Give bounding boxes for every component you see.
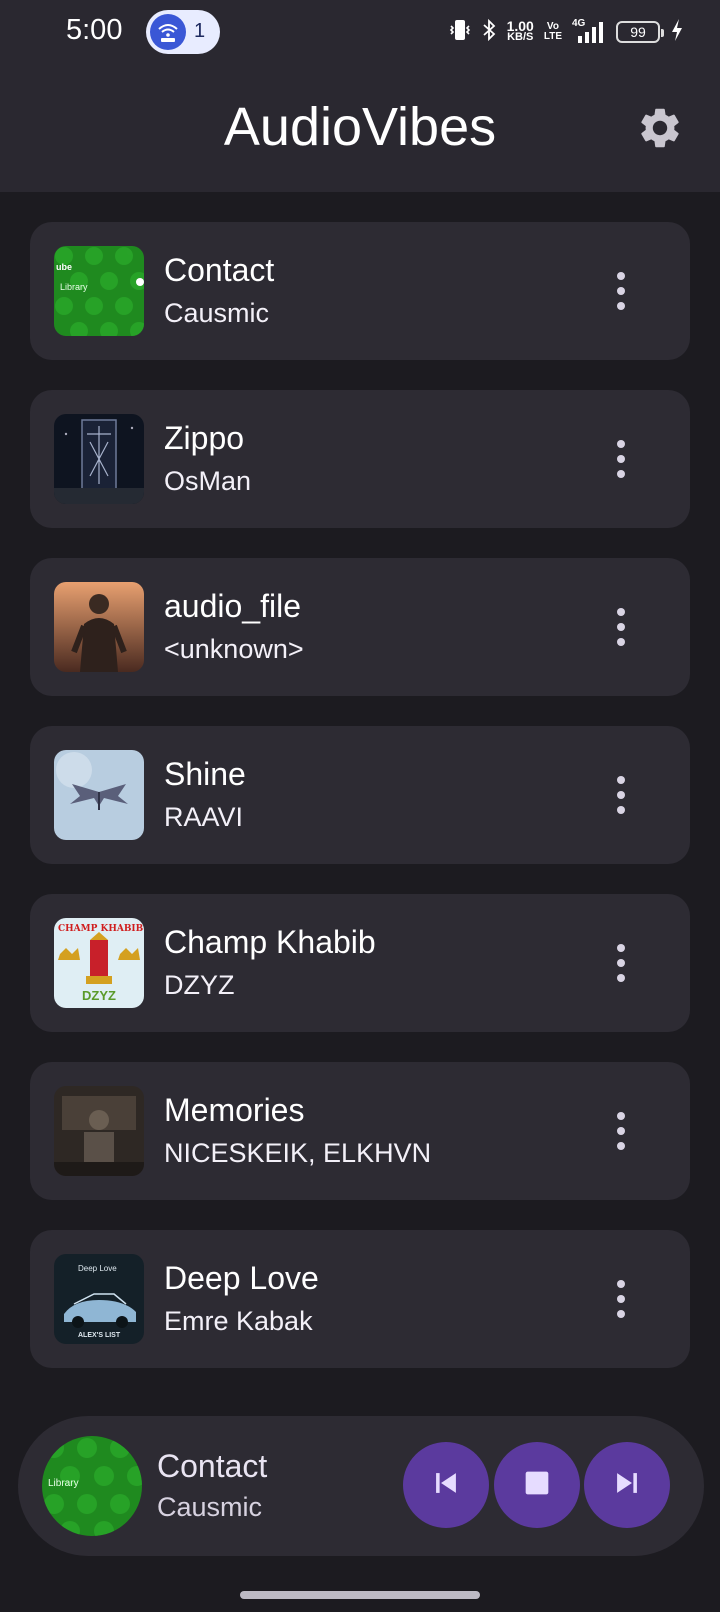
- status-icons: 1.00 KB/S Vo LTE 4G 99: [449, 14, 684, 50]
- song-card[interactable]: Zippo OsMan: [30, 390, 690, 528]
- more-vert-icon: [617, 776, 625, 784]
- song-artist: Emre Kabak: [164, 1306, 313, 1336]
- album-art: [54, 414, 144, 504]
- album-art: Deep Love ALEX'S LIST: [54, 1254, 144, 1344]
- app-title: AudioVibes: [223, 97, 497, 157]
- charging-icon: [670, 18, 684, 47]
- album-art: [54, 582, 144, 672]
- song-title: Zippo: [164, 420, 245, 456]
- now-playing-title: Contact: [157, 1448, 268, 1484]
- hotspot-count: 1: [194, 20, 206, 42]
- song-card[interactable]: Shine RAAVI: [30, 726, 690, 864]
- now-playing-album-art: Library: [42, 1436, 142, 1536]
- status-bar: 5:00 1 1.00 KB/S Vo LTE 4G 99: [0, 0, 720, 64]
- volte-indicator: Vo LTE: [543, 21, 562, 42]
- song-title: Champ Khabib: [164, 924, 376, 960]
- skip-next-icon: [610, 1466, 644, 1505]
- more-vert-icon: [617, 1280, 625, 1288]
- song-title: Deep Love: [164, 1260, 319, 1296]
- top-app-bar: 5:00 1 1.00 KB/S Vo LTE 4G 99 AudioVibes: [0, 0, 720, 192]
- previous-button[interactable]: [403, 1442, 489, 1528]
- hotspot-indicator[interactable]: 1: [146, 10, 220, 54]
- stop-button[interactable]: [494, 1442, 580, 1528]
- more-options-button[interactable]: [600, 602, 642, 652]
- album-art: [54, 750, 144, 840]
- song-artist: RAAVI: [164, 802, 244, 832]
- more-options-button[interactable]: [600, 938, 642, 988]
- bluetooth-icon: [481, 18, 497, 47]
- album-art: ube Library: [54, 246, 144, 336]
- more-vert-icon: [617, 440, 625, 448]
- song-title: Shine: [164, 756, 246, 792]
- song-artist: NICESKEIK, ELKHVN: [164, 1138, 432, 1168]
- song-card[interactable]: Memories NICESKEIK, ELKHVN: [30, 1062, 690, 1200]
- more-options-button[interactable]: [600, 266, 642, 316]
- more-options-button[interactable]: [600, 434, 642, 484]
- hotspot-icon: [150, 14, 186, 50]
- more-vert-icon: [617, 608, 625, 616]
- now-playing-bar[interactable]: Library Contact Causmic: [18, 1416, 704, 1556]
- more-vert-icon: [617, 272, 625, 280]
- song-artist: <unknown>: [164, 634, 304, 664]
- more-vert-icon: [617, 944, 625, 952]
- song-artist: Causmic: [164, 298, 270, 328]
- song-artist: DZYZ: [164, 970, 235, 1000]
- more-options-button[interactable]: [600, 1106, 642, 1156]
- more-vert-icon: [617, 1112, 625, 1120]
- skip-previous-icon: [429, 1466, 463, 1505]
- now-playing-artist: Causmic: [157, 1492, 263, 1522]
- album-art: [54, 1086, 144, 1176]
- song-card[interactable]: Deep Love ALEX'S LIST Deep Love Emre Kab…: [30, 1230, 690, 1368]
- album-art: CHAMP KHABIB DZYZ: [54, 918, 144, 1008]
- next-button[interactable]: [584, 1442, 670, 1528]
- song-card[interactable]: CHAMP KHABIB DZYZ Champ Khabib DZYZ: [30, 894, 690, 1032]
- more-options-button[interactable]: [600, 770, 642, 820]
- song-artist: OsMan: [164, 466, 252, 496]
- song-title: Contact: [164, 252, 275, 288]
- home-indicator[interactable]: [240, 1591, 480, 1599]
- signal-icon: 4G: [572, 18, 606, 44]
- stop-icon: [520, 1466, 554, 1505]
- more-options-button[interactable]: [600, 1274, 642, 1324]
- battery-indicator: 99: [616, 21, 664, 43]
- settings-button[interactable]: [636, 104, 684, 152]
- status-time: 5:00: [66, 14, 123, 46]
- song-title: Memories: [164, 1092, 305, 1128]
- song-card[interactable]: audio_file <unknown>: [30, 558, 690, 696]
- network-speed: 1.00 KB/S: [506, 18, 534, 43]
- vibrate-icon: [449, 18, 471, 47]
- gear-icon: [636, 108, 684, 156]
- song-title: audio_file: [164, 588, 301, 624]
- song-card[interactable]: ube Library Contact Causmic: [30, 222, 690, 360]
